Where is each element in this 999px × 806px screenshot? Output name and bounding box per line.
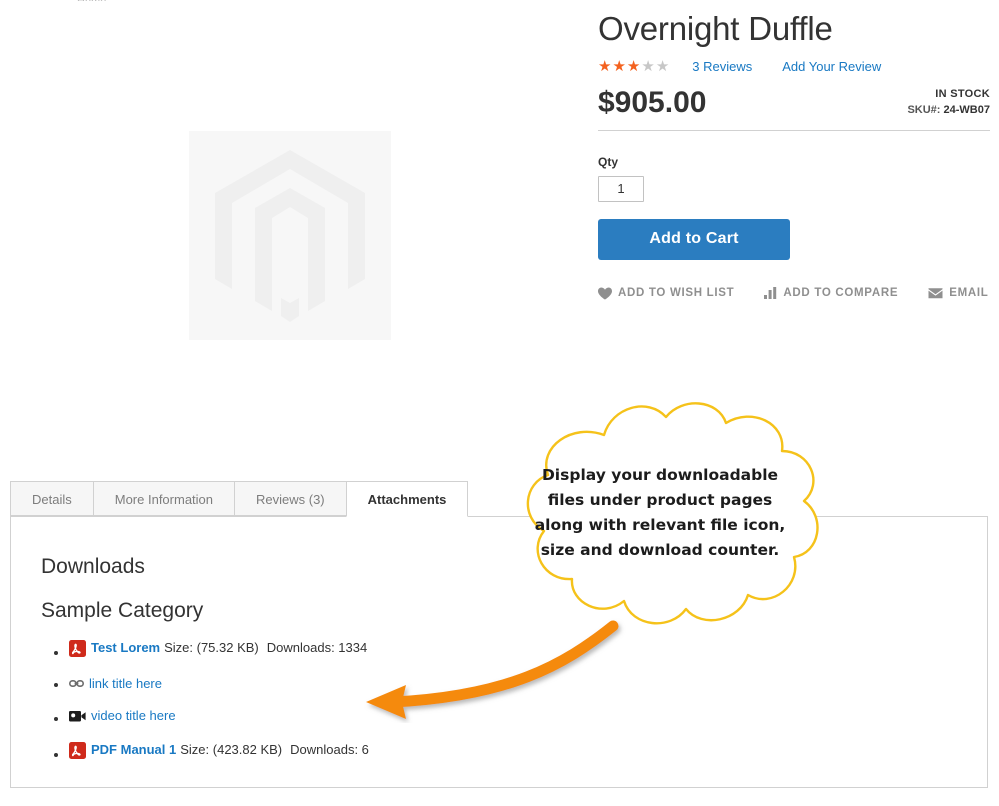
heart-icon (598, 287, 612, 300)
star-filled-icon: ★ (626, 58, 642, 76)
price-row: $905.00 IN STOCK SKU#: 24-WB07 (598, 85, 990, 128)
downloads-heading: Downloads (41, 555, 145, 578)
product-image[interactable] (189, 131, 391, 340)
quantity-stepper[interactable] (598, 175, 644, 202)
video-camera-icon (69, 709, 86, 723)
add-to-wishlist-link[interactable]: ADD TO WISH LIST (598, 287, 734, 300)
star-empty-icon: ★ (655, 58, 671, 76)
compare-bars-icon (764, 287, 777, 300)
file-name-link[interactable]: PDF Manual 1 (91, 741, 176, 759)
file-row: link title here (69, 675, 166, 693)
reviews-count-link[interactable]: 3 Reviews (692, 59, 752, 74)
envelope-icon (928, 288, 943, 299)
sku-line: SKU#: 24-WB07 (907, 104, 990, 116)
file-size: Size: (423.82 KB) (180, 742, 283, 757)
pdf-file-icon (69, 639, 86, 657)
add-to-cart-button[interactable]: Add to Cart (598, 218, 790, 260)
file-name-link[interactable]: video title here (91, 707, 176, 725)
tab-panel-attachments: Downloads Sample Category Test Lorem Siz… (10, 516, 988, 788)
file-download-count: Downloads: 1334 (266, 640, 368, 655)
sku-label: SKU#: (907, 103, 941, 116)
stock-block: IN STOCK SKU#: 24-WB07 (907, 88, 990, 118)
tab-attachments[interactable]: Attachments (345, 481, 469, 517)
tab-details[interactable]: Details (10, 481, 93, 516)
add-to-wishlist-label: ADD TO WISH LIST (618, 287, 735, 300)
list-item: PDF Manual 1 Size: (423.82 KB) Downloads… (69, 741, 987, 764)
status-badge: IN STOCK (935, 87, 990, 100)
downloads-content: Downloads Sample Category Test Lorem Siz… (11, 517, 987, 764)
divider (598, 129, 990, 131)
add-to-compare-link[interactable]: ADD TO COMPARE (764, 287, 899, 300)
file-row: PDF Manual 1 Size: (423.82 KB) Downloads… (69, 741, 377, 759)
list-item: Test Lorem Size: (75.32 KB) Downloads: 1… (69, 639, 987, 662)
link-chain-icon (69, 678, 84, 689)
tab-strip: Details More Information Reviews (3) Att… (10, 481, 988, 517)
add-your-review-link[interactable]: Add Your Review (782, 59, 881, 74)
star-rating[interactable]: ★★★★★ (598, 59, 670, 74)
product-action-links: ADD TO WISH LIST ADD TO COMPARE EMAIL (598, 287, 990, 300)
file-row: Test Lorem Size: (75.32 KB) Downloads: 1… (69, 639, 375, 657)
product-price: $905.00 (598, 85, 707, 119)
rating-row: ★★★★★ 3 Reviews Add Your Review (598, 58, 990, 76)
breadcrumb: Home (77, 0, 106, 1)
category-heading: Sample Category (41, 599, 204, 622)
star-empty-icon: ★ (641, 58, 656, 76)
file-list: Test Lorem Size: (75.32 KB) Downloads: 1… (41, 639, 987, 764)
tab-more-information[interactable]: More Information (92, 481, 235, 516)
product-tabs: Details More Information Reviews (3) Att… (10, 481, 988, 788)
email-label: EMAIL (949, 287, 989, 300)
file-name-link[interactable]: Test Lorem (91, 639, 160, 657)
list-item: video title here (69, 707, 987, 728)
add-to-compare-label: ADD TO COMPARE (783, 287, 899, 300)
qty-label: Qty (598, 154, 619, 169)
pdf-file-icon (69, 741, 86, 759)
product-info-panel: Overnight Duffle ★★★★★ 3 Reviews Add You… (598, 10, 990, 300)
page-title: Overnight Duffle (598, 10, 833, 47)
file-size: Size: (75.32 KB) (164, 640, 259, 655)
magento-placeholder-icon (215, 149, 365, 322)
star-filled-icon: ★ (612, 58, 627, 76)
file-row: video title here (69, 707, 180, 725)
list-item: link title here (69, 675, 987, 695)
file-download-count: Downloads: 6 (290, 742, 369, 757)
tab-reviews[interactable]: Reviews (3) (234, 481, 346, 516)
file-name-link[interactable]: link title here (89, 675, 162, 693)
email-link[interactable]: EMAIL (928, 287, 988, 299)
sku-value: 24-WB07 (943, 103, 990, 116)
star-filled-icon: ★ (598, 58, 613, 76)
